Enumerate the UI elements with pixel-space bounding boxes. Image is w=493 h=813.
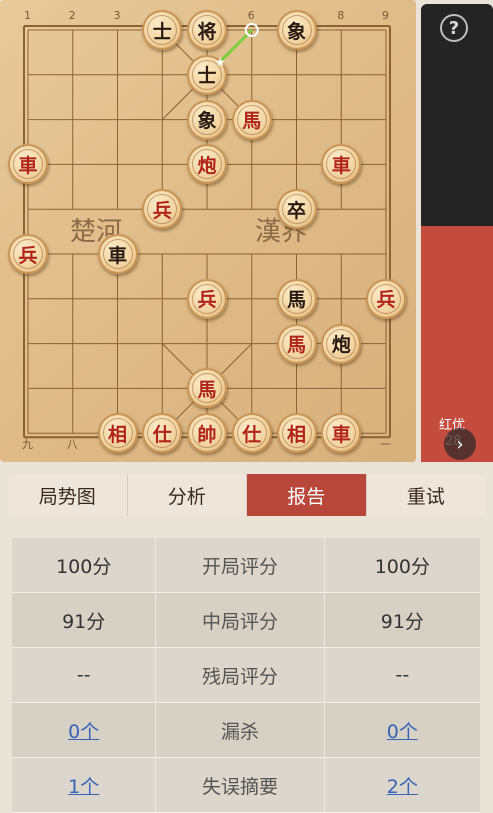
red-horse-2[interactable]: 馬: [276, 323, 317, 364]
tab-report[interactable]: 报告: [247, 474, 367, 516]
row-label: 漏杀: [155, 703, 325, 757]
black-missed-kills-link[interactable]: 0个: [325, 703, 480, 757]
black-mistakes-link[interactable]: 2个: [325, 758, 480, 812]
black-chariot[interactable]: 車: [97, 234, 138, 274]
black-score: --: [395, 664, 410, 686]
red-soldier-3[interactable]: 兵: [187, 278, 227, 319]
file-label-bottom: 九: [22, 438, 33, 451]
tab-retry[interactable]: 重试: [367, 474, 486, 516]
row-label: 失误摘要: [155, 758, 325, 812]
file-label-top: 6: [247, 9, 255, 22]
report-row: 1个 失误摘要 2个: [12, 758, 480, 813]
row-label: 残局评分: [155, 648, 325, 702]
black-soldier[interactable]: 卒: [276, 189, 317, 230]
row-label: 开局评分: [155, 538, 325, 592]
report-row: -- 残局评分 --: [12, 648, 480, 703]
red-elephant-2[interactable]: 相: [276, 413, 317, 454]
red-mistakes-link[interactable]: 1个: [12, 758, 155, 812]
file-label-top: 9: [382, 9, 389, 22]
red-horse[interactable]: 馬: [231, 99, 272, 140]
star-icon: ★: [215, 54, 226, 69]
red-elephant[interactable]: 相: [97, 413, 138, 454]
file-label-top: 2: [68, 9, 76, 22]
file-label-bottom: 八: [66, 438, 78, 451]
report-row: 0个 漏杀 0个: [12, 703, 480, 758]
tab-situation[interactable]: 局势图: [8, 474, 128, 516]
file-label-top: 3: [113, 9, 121, 22]
file-label-bottom: 一: [380, 438, 391, 451]
red-score: --: [76, 664, 91, 686]
evaluation-panel: ? 红优 28: [421, 4, 493, 462]
red-advisor-2[interactable]: 仕: [231, 413, 272, 454]
report-table: 100分 开局评分 100分 91分 中局评分 91分 -- 残局评分 -- 0…: [12, 538, 480, 813]
row-label: 中局评分: [155, 593, 325, 647]
black-cannon[interactable]: 炮: [321, 323, 362, 364]
red-soldier-4[interactable]: 兵: [366, 278, 406, 319]
chess-board[interactable]: 楚河漢界 123456789九八七六五四三二一士将象士象馬車炮車兵卒兵車兵馬兵馬…: [0, 0, 416, 462]
black-horse[interactable]: 馬: [276, 278, 317, 319]
file-label-top: 8: [337, 9, 345, 22]
expand-arrow-icon[interactable]: ›: [444, 428, 476, 460]
file-label-top: 1: [24, 9, 31, 22]
black-elephant[interactable]: 象: [276, 10, 317, 50]
black-score: 100分: [374, 555, 430, 578]
red-general[interactable]: 帥: [187, 413, 227, 454]
black-general[interactable]: 将: [187, 10, 227, 50]
black-score: 91分: [380, 610, 424, 633]
help-icon[interactable]: ?: [440, 14, 468, 42]
red-score: 91分: [62, 610, 106, 633]
red-missed-kills-link[interactable]: 0个: [12, 703, 155, 757]
tab-bar: 局势图 分析 报告 重试: [8, 474, 485, 516]
red-score: 100分: [56, 555, 112, 578]
black-advisor[interactable]: 士: [142, 10, 183, 50]
report-row: 91分 中局评分 91分: [12, 593, 480, 648]
red-soldier-2[interactable]: 兵: [8, 234, 48, 274]
report-row: 100分 开局评分 100分: [12, 538, 480, 593]
black-elephant-2[interactable]: 象: [187, 99, 227, 140]
tab-analysis[interactable]: 分析: [128, 474, 247, 516]
